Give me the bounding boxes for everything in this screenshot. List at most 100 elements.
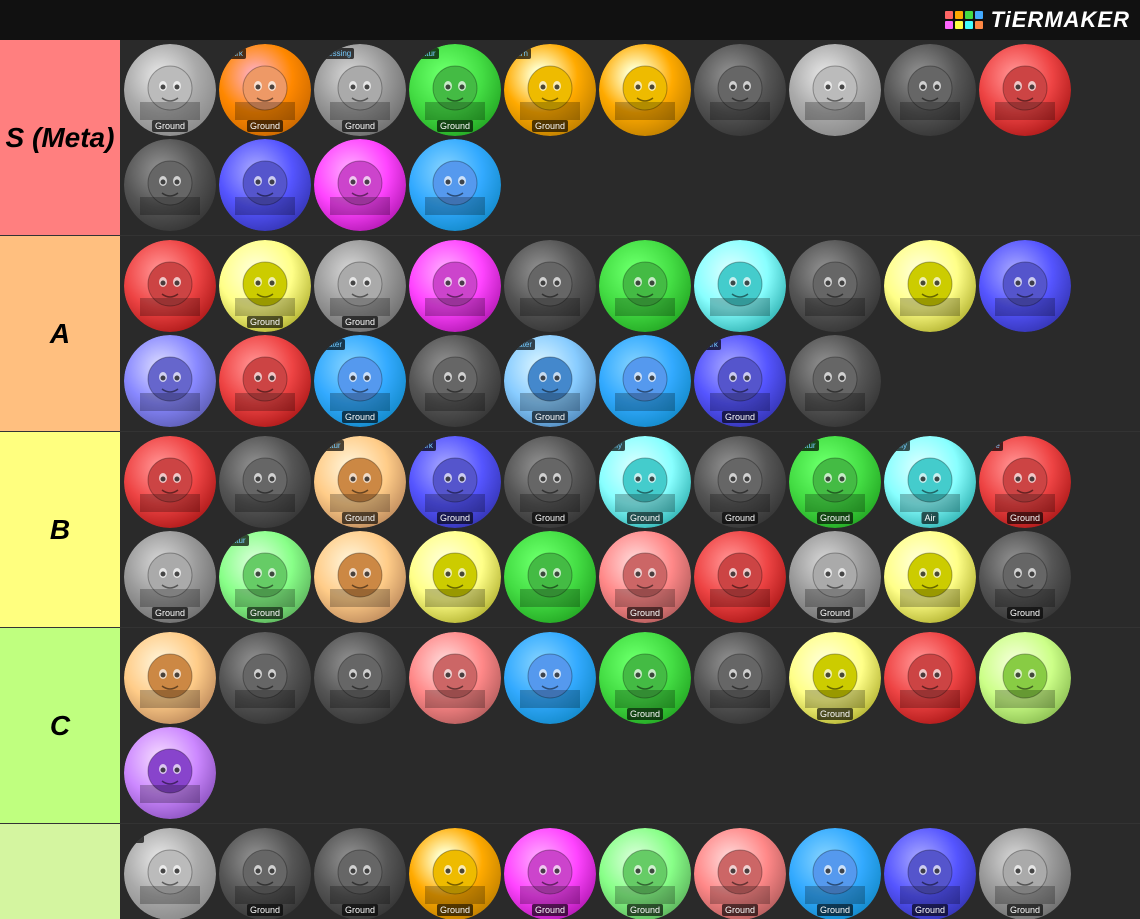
char-a-4[interactable] bbox=[504, 240, 596, 332]
char-c-9[interactable] bbox=[979, 632, 1071, 724]
char-s-3[interactable]: NaturGround bbox=[409, 44, 501, 136]
char-ground-label: Ground bbox=[342, 904, 378, 916]
char-b-18[interactable] bbox=[884, 531, 976, 623]
char-ground-label: Ground bbox=[817, 607, 853, 619]
char-a-2[interactable]: Ground bbox=[314, 240, 406, 332]
tier-content-b: NaturGround DarkGround Ground HolyGround… bbox=[120, 432, 1140, 627]
tier-label-b: B bbox=[0, 432, 120, 627]
char-b-0[interactable] bbox=[124, 436, 216, 528]
logo-cell-6 bbox=[955, 21, 963, 29]
char-b-15[interactable]: Ground bbox=[599, 531, 691, 623]
char-c-3[interactable] bbox=[409, 632, 501, 724]
char-a-11[interactable] bbox=[219, 335, 311, 427]
char-d-4[interactable]: Ground bbox=[504, 828, 596, 919]
char-a-0[interactable] bbox=[124, 240, 216, 332]
char-ground-label: Ground bbox=[532, 904, 568, 916]
char-b-4[interactable]: Ground bbox=[504, 436, 596, 528]
char-d-6[interactable]: Ground bbox=[694, 828, 786, 919]
char-b-11[interactable]: NaturGround bbox=[219, 531, 311, 623]
char-a-9[interactable] bbox=[979, 240, 1071, 332]
tiermaker-logo: TiERMAKER bbox=[945, 7, 1130, 33]
char-s-13[interactable] bbox=[409, 139, 501, 231]
char-b-17[interactable]: Ground bbox=[789, 531, 881, 623]
char-s-9[interactable] bbox=[979, 44, 1071, 136]
char-b-1[interactable] bbox=[219, 436, 311, 528]
char-b-16[interactable] bbox=[694, 531, 786, 623]
char-b-3[interactable]: DarkGround bbox=[409, 436, 501, 528]
char-a-10[interactable] bbox=[124, 335, 216, 427]
char-ground-label: Ground bbox=[532, 120, 568, 132]
char-ground-label: Ground bbox=[437, 904, 473, 916]
tier-content-d: Air Ground Ground Ground Ground bbox=[120, 824, 1140, 919]
char-c-5[interactable]: Ground bbox=[599, 632, 691, 724]
char-b-7[interactable]: NaturGround bbox=[789, 436, 881, 528]
char-ground-label: Ground bbox=[437, 512, 473, 524]
char-c-2[interactable] bbox=[314, 632, 406, 724]
char-b-5[interactable]: HolyGround bbox=[599, 436, 691, 528]
char-b-10[interactable]: Ground bbox=[124, 531, 216, 623]
char-c-6[interactable] bbox=[694, 632, 786, 724]
char-tag: Dark bbox=[698, 339, 721, 350]
char-b-9[interactable]: Fire Ground bbox=[979, 436, 1071, 528]
char-s-11[interactable] bbox=[219, 139, 311, 231]
char-a-5[interactable] bbox=[599, 240, 691, 332]
char-ground-label: Ground bbox=[627, 708, 663, 720]
char-a-8[interactable] bbox=[884, 240, 976, 332]
char-a-7[interactable] bbox=[789, 240, 881, 332]
char-ground-label: Ground bbox=[912, 904, 948, 916]
char-c-8[interactable] bbox=[884, 632, 976, 724]
char-d-7[interactable]: Ground bbox=[789, 828, 881, 919]
tiermaker-title: TiERMAKER bbox=[991, 7, 1130, 33]
char-ground-label: Ground bbox=[722, 512, 758, 524]
char-a-17[interactable] bbox=[789, 335, 881, 427]
char-a-13[interactable] bbox=[409, 335, 501, 427]
char-ground-label: Ground bbox=[1007, 607, 1043, 619]
char-d-8[interactable]: Ground bbox=[884, 828, 976, 919]
char-tag: Burn bbox=[508, 48, 531, 59]
char-s-2[interactable]: BlessingGround bbox=[314, 44, 406, 136]
char-s-5[interactable] bbox=[599, 44, 691, 136]
logo-grid-icon bbox=[945, 11, 983, 29]
char-tag: Blessing bbox=[318, 48, 354, 59]
char-c-1[interactable] bbox=[219, 632, 311, 724]
char-b-14[interactable] bbox=[504, 531, 596, 623]
char-s-7[interactable] bbox=[789, 44, 881, 136]
char-ground-label: Ground bbox=[1007, 512, 1043, 524]
char-s-12[interactable] bbox=[314, 139, 406, 231]
char-s-10[interactable] bbox=[124, 139, 216, 231]
char-b-2[interactable]: NaturGround bbox=[314, 436, 406, 528]
char-a-3[interactable] bbox=[409, 240, 501, 332]
char-a-15[interactable] bbox=[599, 335, 691, 427]
char-b-19[interactable]: Ground bbox=[979, 531, 1071, 623]
char-d-2[interactable]: Ground bbox=[314, 828, 406, 919]
char-a-6[interactable] bbox=[694, 240, 786, 332]
char-s-4[interactable]: Burn Ground bbox=[504, 44, 596, 136]
char-a-14[interactable]: WaterGround bbox=[504, 335, 596, 427]
char-c-4[interactable] bbox=[504, 632, 596, 724]
char-d-3[interactable]: Ground bbox=[409, 828, 501, 919]
char-s-6[interactable] bbox=[694, 44, 786, 136]
char-b-13[interactable] bbox=[409, 531, 501, 623]
char-a-1[interactable]: Ground bbox=[219, 240, 311, 332]
char-s-8[interactable] bbox=[884, 44, 976, 136]
char-d-1[interactable]: Ground bbox=[219, 828, 311, 919]
tier-content-c: Ground Ground bbox=[120, 628, 1140, 823]
char-d-0[interactable]: Air bbox=[124, 828, 216, 919]
char-c-0[interactable] bbox=[124, 632, 216, 724]
char-a-12[interactable]: WaterGround bbox=[314, 335, 406, 427]
char-c-10[interactable] bbox=[124, 727, 216, 819]
tier-row-c: C bbox=[0, 628, 1140, 824]
char-a-16[interactable]: DarkGround bbox=[694, 335, 786, 427]
char-d-5[interactable]: Ground bbox=[599, 828, 691, 919]
char-s-1[interactable]: DarkGround bbox=[219, 44, 311, 136]
char-ground-label: Ground bbox=[532, 411, 568, 423]
char-b-12[interactable] bbox=[314, 531, 406, 623]
char-b-6[interactable]: Ground bbox=[694, 436, 786, 528]
tier-row-a: A Ground Ground bbox=[0, 236, 1140, 432]
char-s-0[interactable]: Ground bbox=[124, 44, 216, 136]
char-tag: Fire bbox=[983, 440, 1003, 451]
char-c-7[interactable]: Ground bbox=[789, 632, 881, 724]
tier-list: TiERMAKER S (Meta) Ground DarkGround Ble… bbox=[0, 0, 1140, 919]
char-d-9[interactable]: Ground bbox=[979, 828, 1071, 919]
char-b-8[interactable]: HolyAir bbox=[884, 436, 976, 528]
